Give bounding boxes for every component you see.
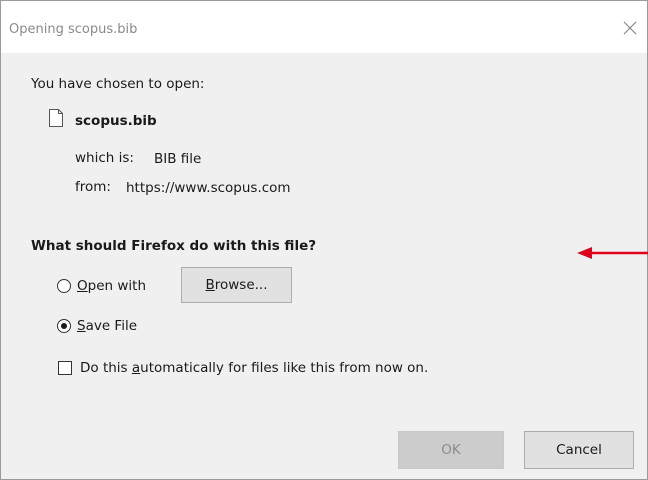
source-value: https://www.scopus.com bbox=[126, 180, 291, 196]
source-label: from: bbox=[75, 179, 111, 195]
auto-checkbox-label[interactable]: Do this automatically for files like thi… bbox=[80, 360, 428, 376]
ok-button[interactable]: OK bbox=[398, 431, 504, 469]
save-file-access-key: S bbox=[77, 318, 86, 334]
cancel-button[interactable]: Cancel bbox=[524, 431, 634, 469]
save-file-label[interactable]: Save File bbox=[77, 318, 137, 334]
file-type-value: BIB file bbox=[154, 151, 202, 167]
file-icon bbox=[49, 109, 63, 127]
save-file-radio[interactable] bbox=[57, 319, 71, 333]
auto-checkbox[interactable] bbox=[58, 361, 72, 375]
auto-access-key: a bbox=[131, 360, 141, 376]
auto-label-before: Do this bbox=[80, 360, 132, 376]
arrow-left-icon bbox=[577, 247, 648, 259]
intro-text: You have chosen to open: bbox=[31, 76, 205, 92]
file-type-label: which is: bbox=[75, 150, 134, 166]
browse-label-rest: rowse... bbox=[214, 277, 268, 293]
browse-button[interactable]: Browse... bbox=[181, 267, 292, 303]
open-with-label-rest: pen with bbox=[87, 278, 147, 294]
open-with-access-key: O bbox=[77, 278, 88, 294]
title-bar: Opening scopus.bib bbox=[1, 1, 647, 53]
browse-access-key: B bbox=[205, 277, 215, 293]
close-icon[interactable] bbox=[621, 19, 639, 37]
radio-selected-dot bbox=[61, 323, 67, 329]
auto-label-after: utomatically for files like this from no… bbox=[140, 360, 429, 376]
open-with-radio[interactable] bbox=[57, 279, 71, 293]
save-file-label-rest: ave File bbox=[85, 318, 138, 334]
action-question: What should Firefox do with this file? bbox=[31, 238, 317, 254]
dialog-title: Opening scopus.bib bbox=[9, 22, 138, 37]
open-with-label[interactable]: Open with bbox=[77, 278, 146, 294]
download-dialog: Opening scopus.bib You have chosen to op… bbox=[0, 0, 648, 480]
file-name: scopus.bib bbox=[75, 113, 157, 129]
